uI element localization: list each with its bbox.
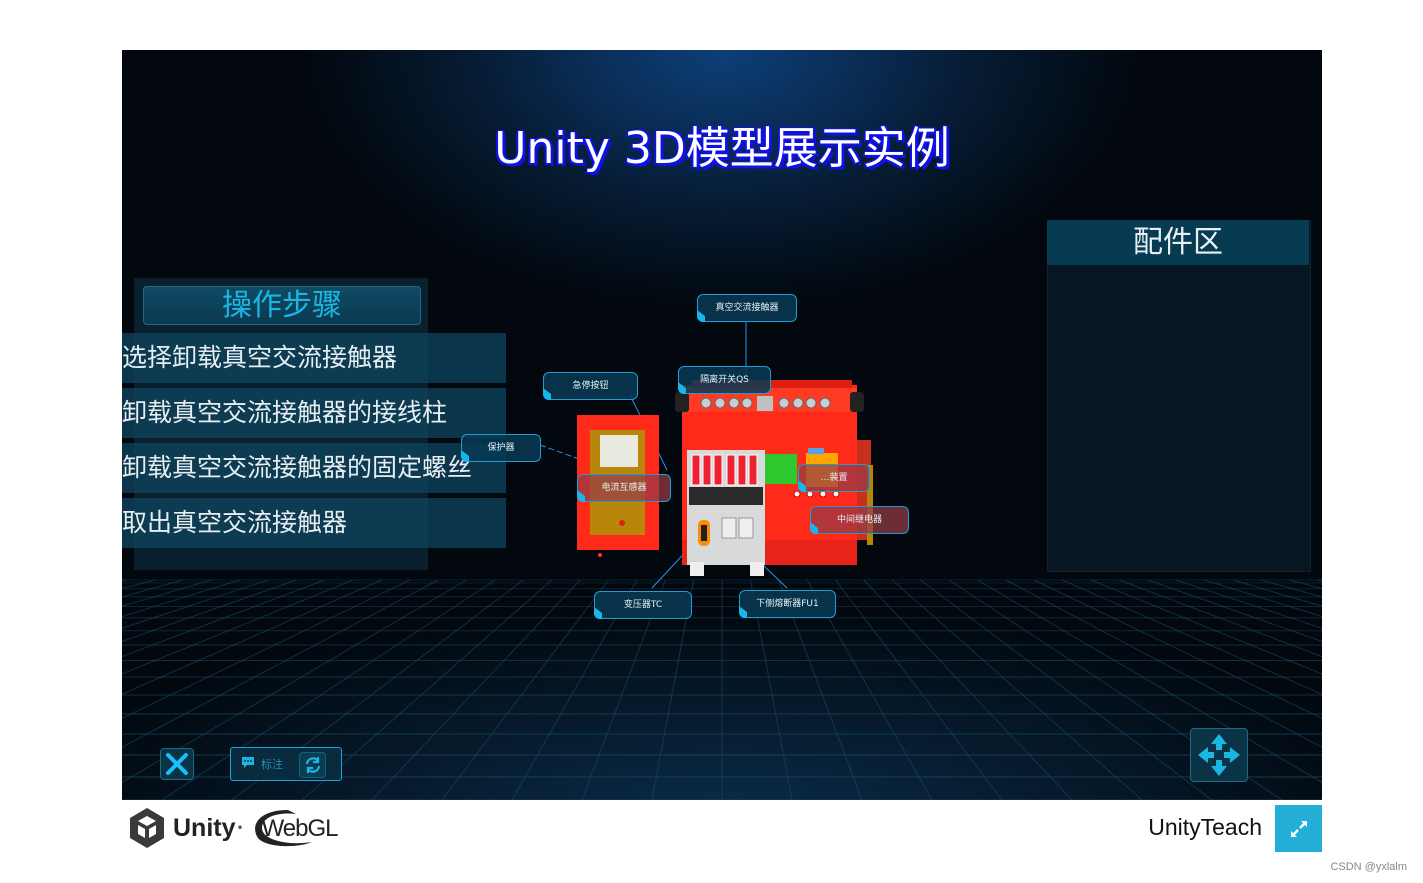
contactor-panel [687, 450, 765, 576]
callout-device[interactable]: …装置 [798, 464, 870, 492]
webgl-label: WebGL [261, 815, 339, 842]
chat-bubble-icon [242, 757, 254, 768]
move-arrows-icon [1198, 734, 1240, 776]
reset-view-button[interactable] [299, 752, 326, 778]
green-block [765, 454, 797, 484]
callout-isolation-switch[interactable]: 隔离开关QS [678, 366, 771, 394]
annotate-toggle[interactable]: 标注 [230, 747, 342, 781]
move-button[interactable] [1190, 728, 1248, 782]
watermark: CSDN @yxlalm [1330, 861, 1407, 873]
callout-emergency-stop[interactable]: 急停按钮 [543, 372, 638, 400]
unity-webgl-logo: Unity • WebGL [127, 806, 344, 850]
close-icon [166, 753, 188, 775]
switchgear-model[interactable] [122, 50, 1322, 800]
unity-label: Unity [173, 813, 236, 842]
callout-transformer-tc[interactable]: 变压器TC [594, 591, 692, 619]
webgl-logo: WebGL [248, 806, 344, 850]
refresh-icon [305, 757, 320, 773]
close-button[interactable] [160, 748, 194, 780]
callout-current-transformer[interactable]: 电流互感器 [577, 474, 671, 502]
annotate-label: 标注 [261, 758, 283, 771]
fullscreen-button[interactable] [1275, 805, 1322, 852]
callout-protector[interactable]: 保护器 [461, 434, 541, 462]
unity-webgl-canvas[interactable]: Unity 3D模型展示实例 操作步骤 选择卸载真空交流接触器 卸载真空交流接触… [122, 50, 1322, 800]
unity-cube-icon [130, 808, 164, 848]
app-title: UnityTeach [1148, 814, 1262, 840]
fullscreen-icon [1290, 820, 1307, 837]
callout-vacuum-contactor[interactable]: 真空交流接触器 [697, 294, 797, 322]
callout-intermediate-relay[interactable]: 中间继电器 [810, 506, 909, 534]
callout-fuse-fu1[interactable]: 下侧熔断器FU1 [739, 590, 836, 618]
